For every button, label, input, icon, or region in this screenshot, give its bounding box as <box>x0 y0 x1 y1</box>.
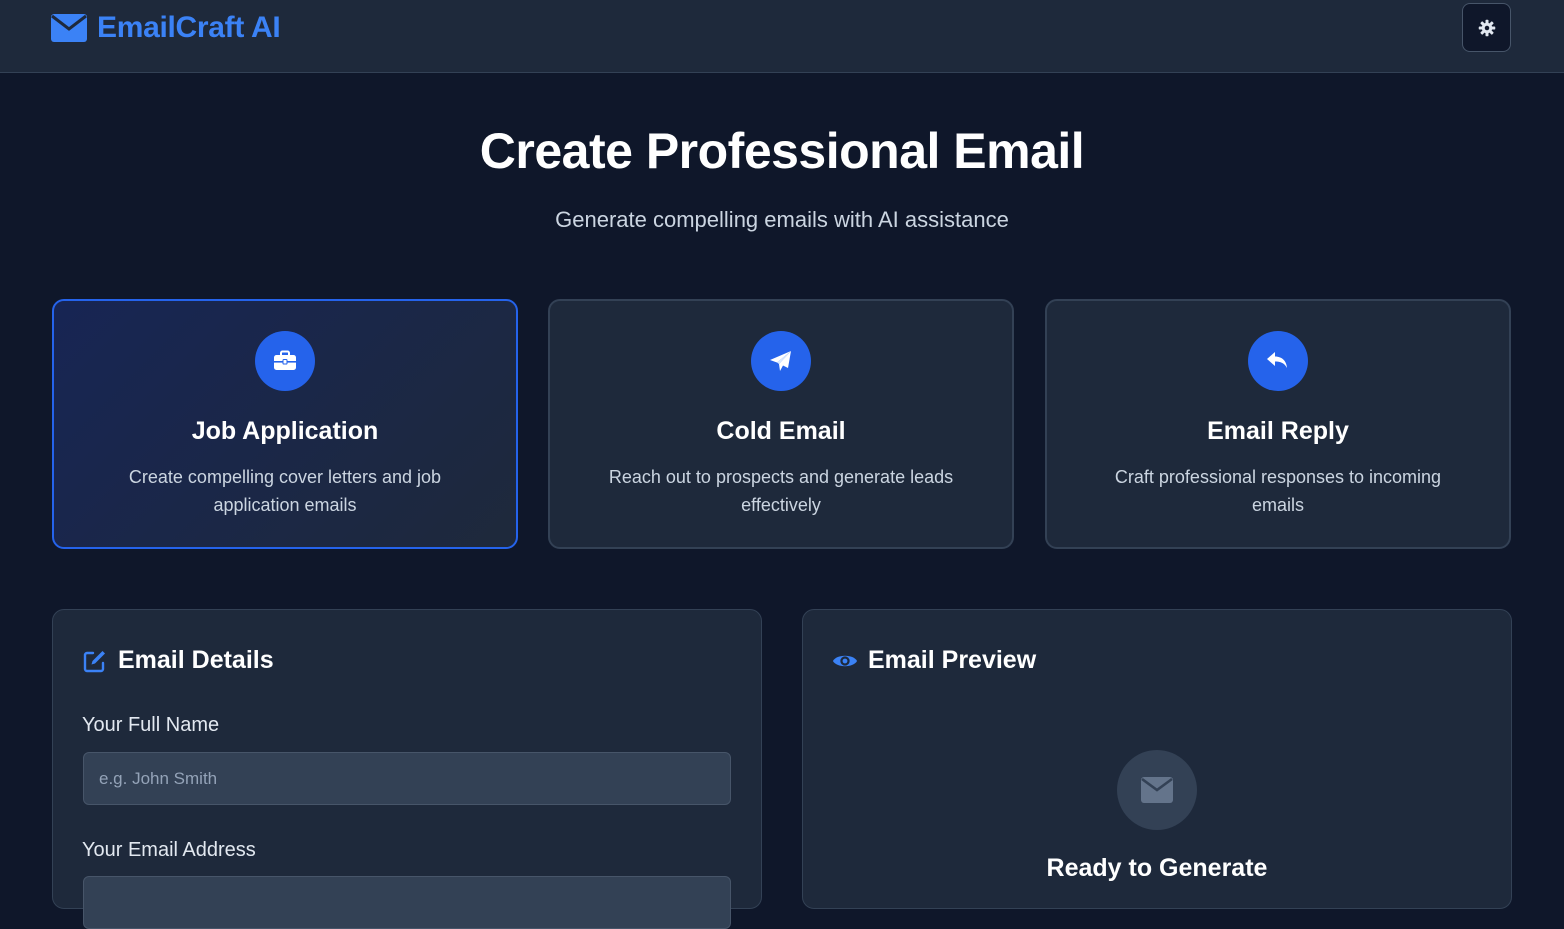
email-preview-panel: Email Preview Ready to Generate <box>802 609 1512 909</box>
card-title: Email Reply <box>1207 417 1349 445</box>
card-cold-email[interactable]: Cold Email Reach out to prospects and ge… <box>548 299 1014 549</box>
panel-title: Email Details <box>118 646 274 674</box>
page-title: Create Professional Email <box>479 123 1085 179</box>
card-job-application[interactable]: Job Application Create compelling cover … <box>52 299 518 549</box>
envelope-icon <box>1141 777 1173 803</box>
paper-plane-icon-circle <box>751 331 811 391</box>
empty-state-circle <box>1117 750 1197 830</box>
top-bar: EmailCraft AI <box>0 0 1564 73</box>
reply-icon-circle <box>1248 331 1308 391</box>
email-address-label: Your Email Address <box>82 839 256 861</box>
card-description: Reach out to prospects and generate lead… <box>608 467 954 515</box>
page-subtitle: Generate compelling emails with AI assis… <box>555 207 1009 232</box>
full-name-input[interactable] <box>83 752 731 805</box>
panel-title: Email Preview <box>868 646 1037 674</box>
empty-state-title: Ready to Generate <box>1046 854 1268 882</box>
card-description: Create compelling cover letters and job … <box>128 467 442 515</box>
email-details-panel: Email Details Your Full Name Your Email … <box>52 609 762 929</box>
paper-plane-icon <box>770 351 791 371</box>
edit-icon <box>83 650 105 672</box>
card-title: Job Application <box>191 417 379 445</box>
envelope-icon <box>51 14 87 42</box>
card-description: Craft professional responses to incoming… <box>1114 467 1442 515</box>
card-email-reply[interactable]: Email Reply Craft professional responses… <box>1045 299 1511 549</box>
reply-icon <box>1267 352 1287 368</box>
briefcase-icon <box>274 350 296 370</box>
email-address-input[interactable] <box>83 876 731 929</box>
app-name: EmailCraft AI <box>97 11 281 44</box>
settings-button[interactable] <box>1462 3 1511 52</box>
brand-logo[interactable]: EmailCraft AI <box>51 10 281 46</box>
card-title: Cold Email <box>716 417 846 445</box>
gear-icon <box>1478 19 1495 36</box>
full-name-label: Your Full Name <box>82 714 220 736</box>
panel-header: Email Preview <box>832 646 1036 675</box>
briefcase-icon-circle <box>255 331 315 391</box>
eye-icon <box>832 655 858 666</box>
panel-header: Email Details <box>82 646 274 675</box>
